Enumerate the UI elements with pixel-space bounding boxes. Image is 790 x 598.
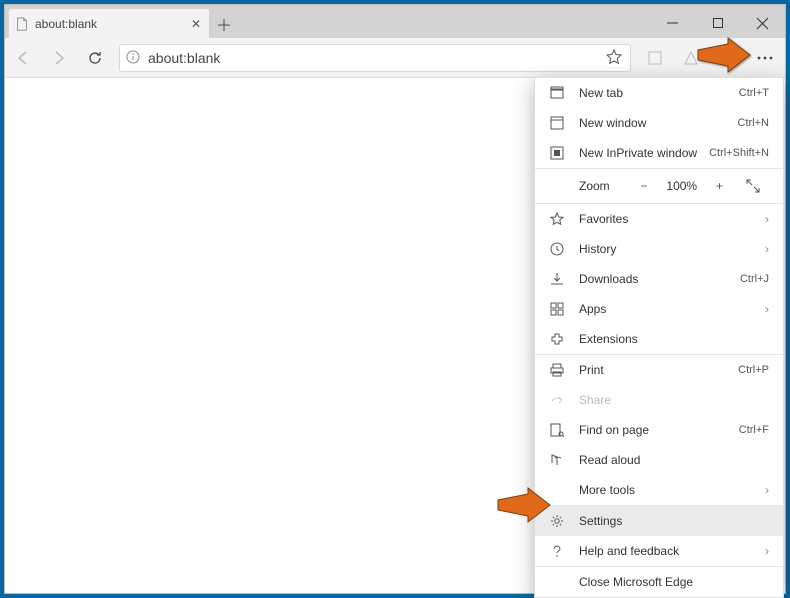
menu-find[interactable]: Find on page Ctrl+F bbox=[535, 415, 783, 445]
browser-tab[interactable]: about:blank ✕ bbox=[9, 9, 209, 38]
gear-icon bbox=[549, 513, 565, 529]
collections-icon[interactable] bbox=[673, 40, 709, 76]
menu-share: Share bbox=[535, 385, 783, 415]
share-icon bbox=[549, 392, 565, 408]
page-icon bbox=[15, 17, 29, 31]
menu-zoom-row: Zoom − 100% + bbox=[535, 169, 783, 203]
favorite-star-icon[interactable] bbox=[606, 49, 624, 67]
titlebar: about:blank ✕ ＋ bbox=[5, 5, 785, 38]
zoom-value: 100% bbox=[660, 179, 703, 193]
toolbar bbox=[5, 38, 785, 78]
favorites-icon bbox=[549, 211, 565, 227]
inprivate-icon bbox=[549, 145, 565, 161]
favorites-bar-icon[interactable] bbox=[709, 40, 745, 76]
zoom-in-button[interactable]: + bbox=[703, 179, 736, 193]
new-tab-icon bbox=[549, 85, 565, 101]
apps-icon bbox=[549, 301, 565, 317]
chevron-right-icon: › bbox=[757, 212, 769, 226]
menu-apps[interactable]: Apps › bbox=[535, 294, 783, 324]
close-tab-icon[interactable]: ✕ bbox=[189, 17, 203, 31]
find-icon bbox=[549, 422, 565, 438]
new-window-icon bbox=[549, 115, 565, 131]
history-icon bbox=[549, 241, 565, 257]
extensions-icon bbox=[549, 331, 565, 347]
chevron-right-icon: › bbox=[757, 242, 769, 256]
zoom-label: Zoom bbox=[579, 179, 627, 193]
tab-title: about:blank bbox=[35, 17, 189, 31]
forward-button[interactable] bbox=[41, 40, 77, 76]
menu-favorites[interactable]: Favorites › bbox=[535, 204, 783, 234]
maximize-button[interactable] bbox=[695, 8, 740, 38]
menu-new-window[interactable]: New window Ctrl+N bbox=[535, 108, 783, 138]
close-window-button[interactable] bbox=[740, 8, 785, 38]
more-menu: New tab Ctrl+T New window Ctrl+N New InP… bbox=[534, 77, 784, 598]
menu-close-edge[interactable]: Close Microsoft Edge bbox=[535, 567, 783, 597]
address-bar[interactable] bbox=[119, 44, 631, 72]
menu-print[interactable]: Print Ctrl+P bbox=[535, 355, 783, 385]
refresh-button[interactable] bbox=[77, 40, 113, 76]
menu-read-aloud[interactable]: Read aloud bbox=[535, 445, 783, 475]
site-info-icon[interactable] bbox=[126, 50, 142, 66]
read-aloud-icon bbox=[549, 452, 565, 468]
print-icon bbox=[549, 362, 565, 378]
chevron-right-icon: › bbox=[757, 302, 769, 316]
menu-history[interactable]: History › bbox=[535, 234, 783, 264]
zoom-out-button[interactable]: − bbox=[627, 179, 660, 193]
menu-more-tools[interactable]: More tools › bbox=[535, 475, 783, 505]
url-input[interactable] bbox=[148, 50, 606, 66]
menu-new-tab[interactable]: New tab Ctrl+T bbox=[535, 78, 783, 108]
downloads-icon bbox=[549, 271, 565, 287]
back-button[interactable] bbox=[5, 40, 41, 76]
chevron-right-icon: › bbox=[757, 544, 769, 558]
more-menu-button[interactable] bbox=[745, 38, 785, 78]
menu-extensions[interactable]: Extensions bbox=[535, 324, 783, 354]
help-icon bbox=[549, 543, 565, 559]
menu-downloads[interactable]: Downloads Ctrl+J bbox=[535, 264, 783, 294]
fullscreen-button[interactable] bbox=[736, 179, 769, 193]
chevron-right-icon: › bbox=[757, 483, 769, 497]
menu-settings[interactable]: Settings bbox=[535, 506, 783, 536]
notes-icon[interactable] bbox=[637, 40, 673, 76]
new-tab-button[interactable]: ＋ bbox=[209, 9, 239, 38]
window-controls bbox=[650, 8, 785, 38]
menu-new-inprivate[interactable]: New InPrivate window Ctrl+Shift+N bbox=[535, 138, 783, 168]
minimize-button[interactable] bbox=[650, 8, 695, 38]
menu-help[interactable]: Help and feedback › bbox=[535, 536, 783, 566]
